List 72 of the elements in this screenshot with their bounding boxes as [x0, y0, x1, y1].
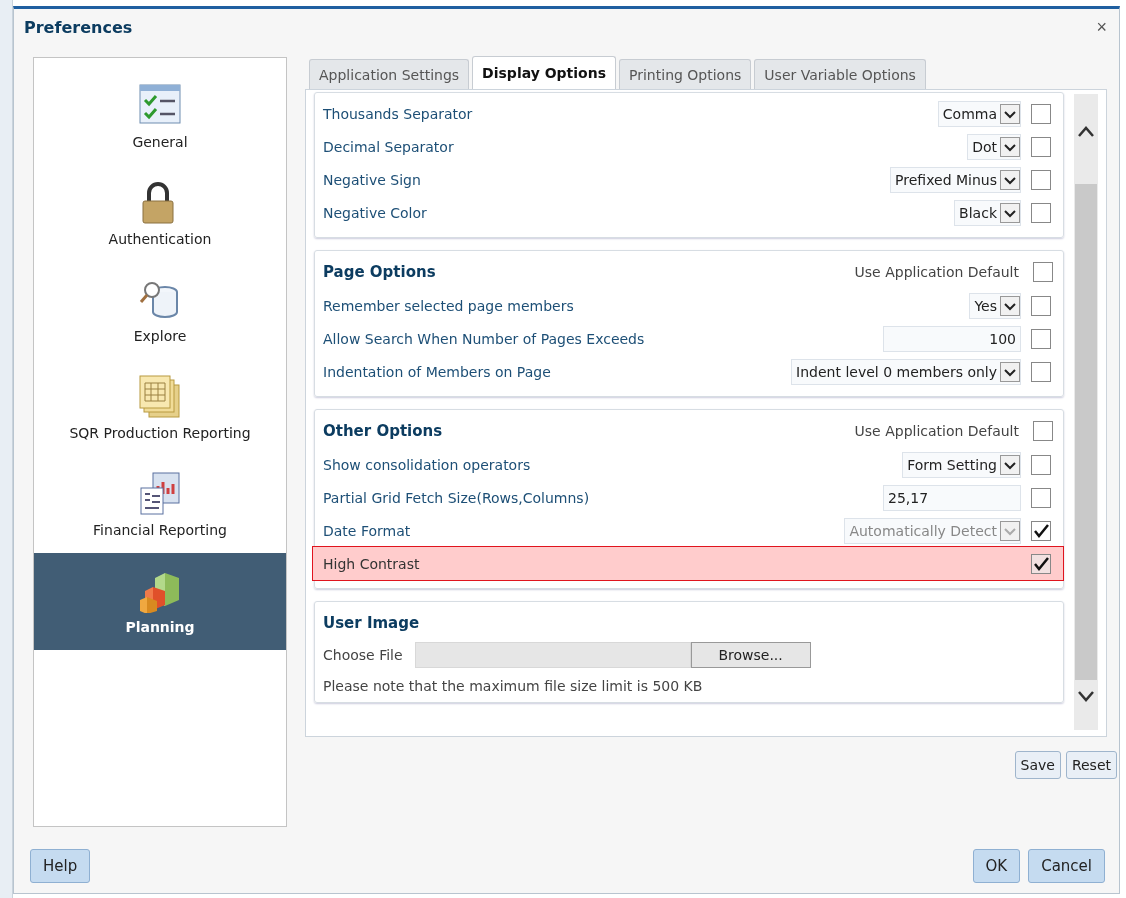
- sidebar-item[interactable]: General: [34, 68, 286, 165]
- report-chart-icon: [139, 471, 181, 516]
- setting-label: Allow Search When Number of Pages Exceeds: [323, 330, 646, 347]
- sidebar-item[interactable]: Explore: [34, 262, 286, 359]
- input-field[interactable]: 25,17: [883, 484, 1021, 511]
- sidebar-item[interactable]: Financial Reporting: [34, 456, 286, 553]
- checkbox[interactable]: [1031, 136, 1051, 157]
- default-label: Use Application Default: [854, 423, 1019, 439]
- window-title: Preferences: [24, 17, 133, 37]
- dropdown[interactable]: Comma: [937, 100, 1021, 127]
- caret-icon: [1000, 169, 1020, 190]
- tab[interactable]: User Variable Options: [754, 59, 926, 89]
- close-button[interactable]: ×: [1094, 16, 1109, 38]
- checkbox[interactable]: [1031, 361, 1051, 382]
- setting-label: Remember selected page members: [323, 297, 575, 314]
- checkbox[interactable]: [1031, 103, 1051, 124]
- tab[interactable]: Printing Options: [619, 59, 752, 89]
- scroll-thumb[interactable]: [1075, 184, 1097, 680]
- checkbox[interactable]: [1033, 262, 1053, 282]
- sidebar-item[interactable]: Planning: [34, 553, 286, 650]
- caret-icon: [1000, 103, 1020, 124]
- tab[interactable]: Display Options: [472, 56, 617, 89]
- caret-icon: [1000, 136, 1020, 157]
- checkbox[interactable]: [1031, 553, 1051, 574]
- checkbox[interactable]: [1031, 487, 1051, 508]
- section-title: Page Options: [323, 263, 436, 281]
- setting-label: Negative Color: [323, 204, 428, 221]
- scroll-down-icon: [1077, 690, 1095, 704]
- footer-button[interactable]: Cancel: [1028, 849, 1105, 883]
- checkbox[interactable]: [1031, 454, 1051, 475]
- section-title: User Image: [323, 614, 420, 632]
- caret-icon: [1000, 361, 1020, 382]
- stacked-pages-icon: [139, 374, 181, 419]
- input-field[interactable]: 100: [883, 325, 1021, 352]
- caret-icon: [1000, 202, 1020, 223]
- checkbox[interactable]: [1033, 421, 1053, 441]
- scroll-up-icon: [1077, 124, 1095, 138]
- file-path-field[interactable]: [414, 642, 691, 668]
- setting-label: Decimal Separator: [323, 138, 455, 155]
- browse-button[interactable]: Browse...: [690, 642, 811, 668]
- checkbox[interactable]: [1031, 202, 1051, 223]
- dropdown[interactable]: Black: [954, 199, 1021, 226]
- setting-label: Partial Grid Fetch Size(Rows,Columns): [323, 489, 591, 506]
- setting-label: Show consolidation operators: [323, 456, 532, 473]
- dropdown[interactable]: Yes: [969, 292, 1021, 319]
- scrollbar[interactable]: [1074, 94, 1098, 730]
- sidebar-item[interactable]: Authentication: [34, 165, 286, 262]
- dropdown[interactable]: Prefixed Minus: [890, 166, 1021, 193]
- action-button[interactable]: Reset: [1065, 751, 1117, 779]
- setting-label: Date Format: [323, 522, 412, 539]
- setting-label: Thousands Separator: [323, 105, 474, 122]
- note-text: Please note that the maximum file size limit is 500 KB: [323, 678, 704, 694]
- section-title: Other Options: [323, 422, 443, 440]
- field-label: Choose File: [323, 647, 403, 663]
- checkbox[interactable]: [1031, 328, 1051, 349]
- dropdown[interactable]: Form Setting: [902, 451, 1021, 478]
- sidebar-item[interactable]: SQR Production Reporting: [34, 359, 286, 456]
- dropdown[interactable]: Dot: [967, 133, 1021, 160]
- action-button[interactable]: Save: [1014, 751, 1061, 779]
- tab[interactable]: Application Settings: [309, 59, 470, 89]
- default-label: Use Application Default: [854, 264, 1019, 280]
- dropdown[interactable]: Indent level 0 members only: [791, 358, 1021, 385]
- footer-button[interactable]: OK: [972, 849, 1021, 883]
- caret-icon: [1000, 295, 1020, 316]
- setting-label: Indentation of Members on Page: [323, 363, 552, 380]
- setting-label: High Contrast: [323, 555, 421, 572]
- caret-icon: [1000, 520, 1020, 541]
- checkbox[interactable]: [1031, 295, 1051, 316]
- footer-button[interactable]: Help: [30, 849, 91, 883]
- caret-icon: [1000, 454, 1020, 475]
- checkbox[interactable]: [1031, 169, 1051, 190]
- setting-label: Negative Sign: [323, 171, 422, 188]
